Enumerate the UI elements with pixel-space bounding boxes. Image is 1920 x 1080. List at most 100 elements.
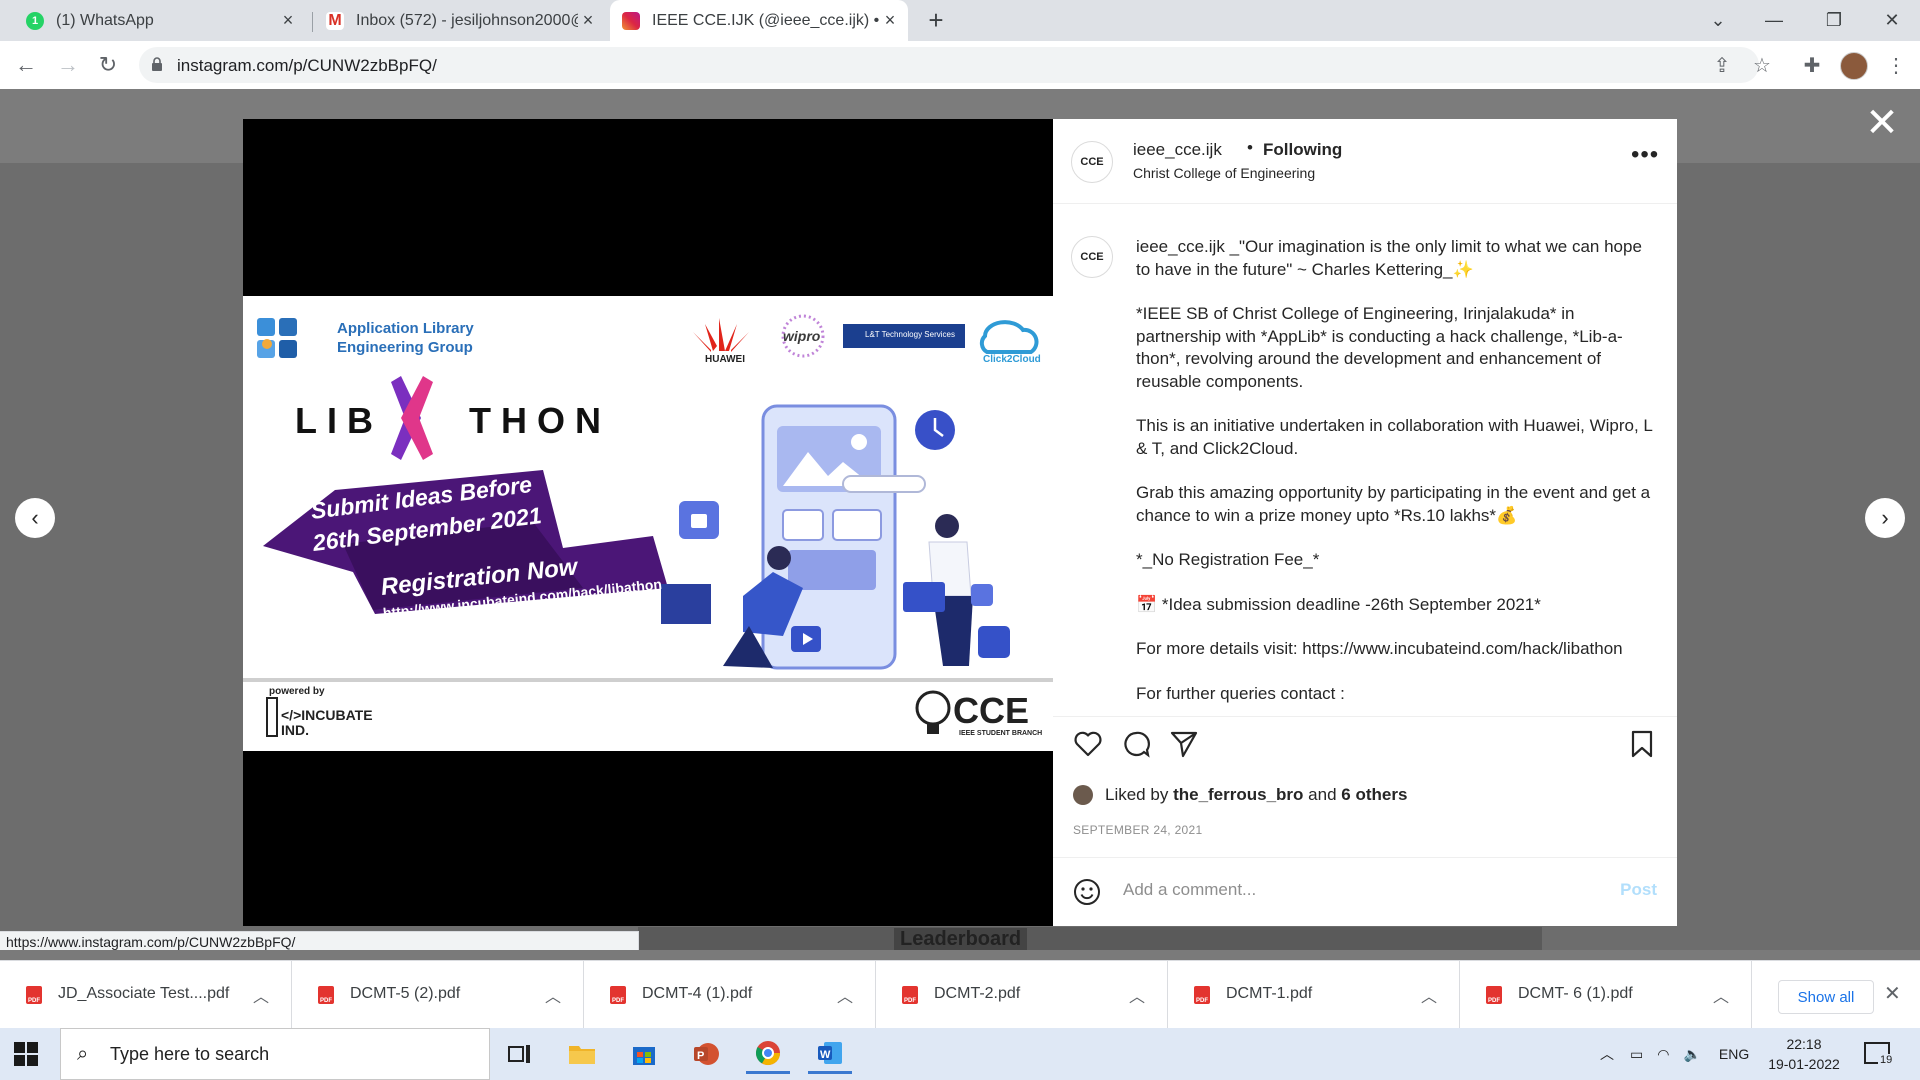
tab-instagram[interactable]: IEEE CCE.IJK (@ieee_cce.ijk) • Inst × — [610, 0, 908, 41]
background-leaderboard: Leaderboard — [894, 928, 1028, 950]
volume-icon[interactable]: 🔈 — [1683, 1046, 1700, 1063]
tab-title: IEEE CCE.IJK (@ieee_cce.ijk) • Inst — [652, 11, 880, 29]
forward-icon[interactable]: → — [52, 49, 84, 81]
caption-avatar[interactable]: CCE — [1071, 236, 1113, 278]
chevron-up-icon[interactable]: ︿ — [1600, 1044, 1614, 1064]
address-bar[interactable]: instagram.com/p/CUNW2zbBpFQ/ — [139, 47, 1759, 83]
new-tab-button[interactable]: + — [922, 6, 950, 34]
close-icon[interactable]: × — [880, 10, 900, 31]
pdf-icon: PDF — [1194, 986, 1210, 1004]
word-icon[interactable]: W — [808, 1034, 852, 1074]
microsoft-store-icon[interactable] — [622, 1034, 666, 1074]
download-filename: JD_Associate Test....pdf — [58, 985, 230, 1002]
sponsor-huawei: HUAWEI — [705, 354, 745, 365]
reload-icon[interactable]: ↻ — [92, 49, 124, 81]
chevron-up-icon[interactable]: ︿ — [545, 983, 561, 1007]
share-direct-icon[interactable] — [1169, 729, 1199, 759]
post-comment-button[interactable]: Post — [1620, 880, 1657, 900]
comment-icon[interactable] — [1121, 729, 1151, 759]
windows-start-icon[interactable] — [12, 1040, 40, 1068]
post-details-panel: CCE ieee_cce.ijk • Following Christ Coll… — [1053, 119, 1677, 926]
back-icon[interactable]: ← — [10, 49, 42, 81]
liker-avatar[interactable] — [1073, 785, 1093, 805]
notification-count: 19 — [1878, 1054, 1895, 1066]
header-username[interactable]: ieee_cce.ijk — [1133, 140, 1222, 160]
download-shelf: PDF JD_Associate Test....pdf ︿ PDF DCMT-… — [0, 960, 1920, 1029]
minimize-icon[interactable]: — — [1746, 0, 1802, 41]
comment-input[interactable]: Add a comment... — [1123, 880, 1256, 900]
wifi-icon[interactable]: ◠ — [1657, 1046, 1669, 1063]
download-item[interactable]: PDF DCMT-5 (2).pdf ︿ — [292, 961, 584, 1029]
download-item[interactable]: PDF DCMT- 6 (1).pdf ︿ — [1460, 961, 1752, 1029]
emoji-icon[interactable] — [1073, 878, 1101, 906]
whatsapp-icon: 1 — [26, 11, 44, 30]
gmail-icon: M — [326, 11, 344, 30]
pdf-icon: PDF — [26, 986, 42, 1004]
chevron-up-icon[interactable]: ︿ — [253, 983, 269, 1007]
post-caption: ieee_cce.ijk _"Our imagination is the on… — [1136, 236, 1656, 727]
pdf-icon: PDF — [902, 986, 918, 1004]
liked-by-user[interactable]: the_ferrous_bro — [1173, 785, 1303, 805]
caption-link-paragraph[interactable]: For more details visit: https://www.incu… — [1136, 638, 1656, 661]
poster-title-right: THON — [469, 400, 611, 441]
chrome-icon[interactable] — [746, 1034, 790, 1074]
pdf-icon: PDF — [318, 986, 334, 1004]
show-all-downloads-button[interactable]: Show all — [1778, 980, 1874, 1014]
post-date[interactable]: SEPTEMBER 24, 2021 — [1073, 823, 1202, 837]
download-filename: DCMT-4 (1).pdf — [642, 985, 753, 1002]
caption-username[interactable]: ieee_cce.ijk — [1136, 237, 1225, 256]
powerpoint-icon[interactable]: P — [684, 1034, 728, 1074]
close-icon[interactable]: × — [278, 10, 298, 31]
next-post-button[interactable]: › — [1865, 498, 1905, 538]
post-actions: Liked by the_ferrous_bro and 6 others SE… — [1053, 716, 1677, 927]
post-modal: Application Library Engineering Group HU… — [243, 119, 1677, 926]
extensions-icon[interactable]: ✚ — [1800, 53, 1824, 77]
taskbar-search-box[interactable]: ⌕ Type here to search — [60, 1028, 490, 1080]
battery-icon[interactable]: ▭ — [1630, 1046, 1643, 1063]
window-close-icon[interactable]: ✕ — [1864, 0, 1920, 41]
chevron-up-icon[interactable]: ︿ — [1421, 983, 1437, 1007]
restore-icon[interactable]: ❐ — [1806, 0, 1862, 41]
like-heart-icon[interactable] — [1073, 729, 1103, 759]
close-modal-icon[interactable]: ✕ — [1864, 103, 1900, 143]
chevron-up-icon[interactable]: ︿ — [837, 983, 853, 1007]
menu-icon[interactable]: ⋮ — [1884, 53, 1908, 77]
bookmark-star-icon[interactable]: ☆ — [1750, 53, 1774, 77]
following-button[interactable]: Following — [1263, 140, 1342, 160]
account-avatar[interactable]: CCE — [1071, 141, 1113, 183]
download-item[interactable]: PDF DCMT-4 (1).pdf ︿ — [584, 961, 876, 1029]
more-options-icon[interactable]: ••• — [1631, 141, 1659, 169]
clock-date: 19-01-2022 — [1768, 1056, 1840, 1072]
url-text: instagram.com/p/CUNW2zbBpFQ/ — [177, 56, 437, 75]
download-item[interactable]: PDF JD_Associate Test....pdf ︿ — [0, 961, 292, 1029]
page-content: Leaderboard ✕ ‹ › Application Library En… — [0, 89, 1920, 950]
tab-gmail[interactable]: M Inbox (572) - jesiljohnson2000@g × — [314, 0, 606, 41]
location-link[interactable]: Christ College of Engineering — [1133, 165, 1315, 181]
tab-search-icon[interactable]: ⌄ — [1690, 0, 1746, 41]
poster-powered-by: powered by — [269, 686, 325, 697]
clock[interactable]: 22:18 19-01-2022 — [1766, 1034, 1842, 1074]
tab-whatsapp[interactable]: 1 (1) WhatsApp × — [14, 0, 306, 41]
comment-box: Add a comment... Post — [1053, 857, 1677, 926]
chevron-up-icon[interactable]: ︿ — [1713, 983, 1729, 1007]
liked-by-others[interactable]: 6 others — [1341, 785, 1407, 805]
previous-post-button[interactable]: ‹ — [15, 498, 55, 538]
tab-title: (1) WhatsApp — [56, 11, 154, 29]
download-item[interactable]: PDF DCMT-1.pdf ︿ — [1168, 961, 1460, 1029]
header-dot: • — [1247, 138, 1253, 157]
save-bookmark-icon[interactable] — [1627, 729, 1657, 759]
post-image[interactable]: Application Library Engineering Group HU… — [243, 296, 1053, 751]
post-media: Application Library Engineering Group HU… — [243, 119, 1053, 926]
close-icon[interactable]: × — [578, 10, 598, 31]
close-shelf-icon[interactable]: ✕ — [1884, 981, 1901, 1006]
download-item[interactable]: PDF DCMT-2.pdf ︿ — [876, 961, 1168, 1029]
profile-avatar[interactable] — [1840, 52, 1868, 80]
file-explorer-icon[interactable] — [560, 1034, 604, 1074]
task-view-icon[interactable] — [498, 1034, 542, 1074]
chevron-up-icon[interactable]: ︿ — [1129, 983, 1145, 1007]
instagram-icon — [622, 11, 640, 30]
share-icon[interactable]: ⇪ — [1710, 53, 1734, 77]
status-bar-url: https://www.instagram.com/p/CUNW2zbBpFQ/ — [0, 931, 639, 950]
system-tray: ︿ ▭ ◠ 🔈 ENG — [1600, 1028, 1749, 1080]
language-indicator[interactable]: ENG — [1719, 1046, 1749, 1062]
